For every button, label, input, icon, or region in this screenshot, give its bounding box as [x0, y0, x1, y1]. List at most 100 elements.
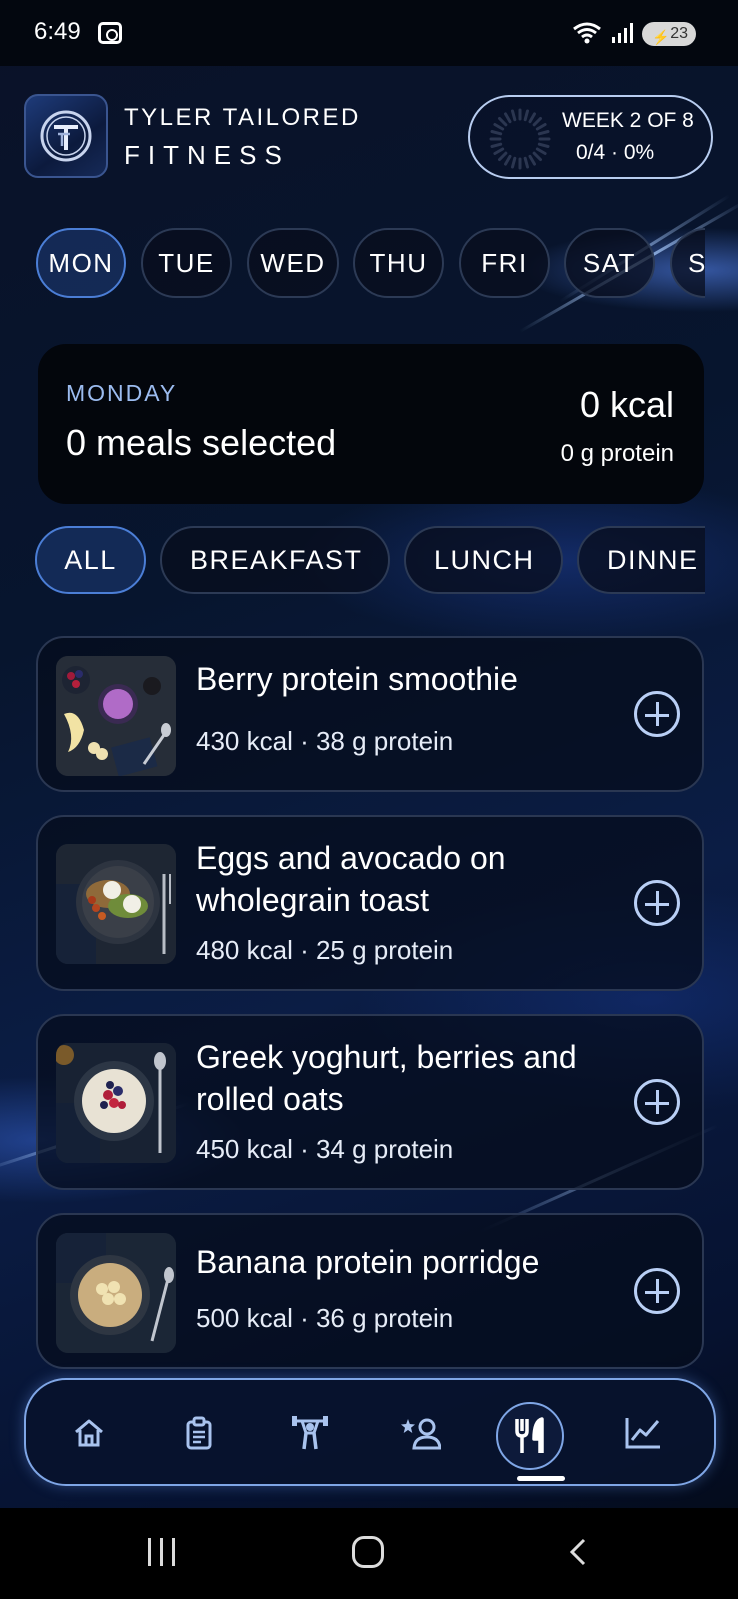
signal-icon — [612, 23, 633, 43]
screenshot-icon — [98, 22, 122, 44]
clipboard-icon — [186, 1416, 212, 1450]
week-progress-ring — [489, 108, 551, 170]
day-chip-label: FRI — [481, 247, 528, 278]
progress-ring-segment — [490, 142, 503, 149]
week-title: WEEK 2 OF 8 — [562, 109, 694, 132]
progress-ring-segment — [504, 112, 512, 124]
weightlifter-icon — [292, 1416, 328, 1450]
status-bar: 6:49 ⚡ 23 — [0, 0, 738, 66]
meal-name: Berry protein smoothie — [196, 661, 518, 697]
add-meal-button[interactable] — [634, 880, 680, 926]
meal-name: Greek yoghurt, berries and rolled oats — [196, 1039, 577, 1117]
summary-day-label: MONDAY — [66, 380, 178, 406]
meal-macros: 450 kcal · 34 g protein — [196, 1134, 454, 1164]
progress-ring-segment — [528, 112, 536, 124]
day-chip-fri[interactable]: FRI — [459, 228, 550, 298]
meal-card[interactable]: Banana protein porridge 500 kcal · 36 g … — [36, 1213, 704, 1369]
progress-ring-segment — [493, 147, 505, 155]
day-chip-label: S — [688, 247, 705, 278]
meal-macros: 430 kcal · 38 g protein — [196, 726, 454, 756]
meal-card[interactable]: Eggs and avocado on wholegrain toast 480… — [36, 815, 704, 991]
wifi-icon — [573, 22, 601, 44]
system-navigation-bar — [0, 1508, 738, 1599]
battery-icon: ⚡ 23 — [642, 22, 696, 46]
filter-chip-dinner[interactable]: DINNE — [577, 526, 705, 594]
progress-ring-segment — [523, 156, 530, 169]
day-chip-sat[interactable]: SAT — [564, 228, 655, 298]
back-button[interactable] — [566, 1538, 590, 1566]
day-chip-tue[interactable]: TUE — [141, 228, 232, 298]
meal-type-filter: ALL BREAKFAST LUNCH DINNE — [0, 526, 705, 596]
progress-ring-segment — [510, 109, 517, 122]
meal-name: Banana protein porridge — [196, 1244, 540, 1280]
summary-kcal: 0 kcal — [579, 384, 674, 425]
meal-photo-eggs-avocado — [56, 844, 176, 964]
nav-progress[interactable] — [616, 1406, 670, 1460]
day-chip-thu[interactable]: THU — [353, 228, 444, 298]
filter-chip-label: ALL — [64, 544, 117, 575]
progress-ring-segment — [504, 154, 512, 166]
brand-name-line1: TYLER TAILORED — [124, 104, 361, 131]
filter-chip-lunch[interactable]: LUNCH — [404, 526, 563, 594]
status-time: 6:49 — [34, 18, 81, 45]
meal-macros: 500 kcal · 36 g protein — [196, 1303, 454, 1333]
summary-protein: 0 g protein — [560, 440, 674, 467]
brand-name-line2: FITNESS — [124, 140, 290, 170]
filter-chip-label: BREAKFAST — [190, 544, 363, 575]
battery-level: 23 — [670, 25, 688, 42]
filter-chip-label: LUNCH — [434, 544, 535, 575]
progress-ring-segment — [497, 116, 508, 127]
progress-ring-segment — [535, 123, 547, 131]
day-chip-label: SAT — [582, 247, 637, 278]
meal-card[interactable]: Greek yoghurt, berries and rolled oats 4… — [36, 1014, 704, 1190]
meal-card[interactable]: Berry protein smoothie 430 kcal · 38 g p… — [36, 636, 704, 792]
progress-ring-segment — [537, 129, 550, 136]
brand-logo — [24, 94, 108, 178]
filter-chip-label: DINNE — [607, 544, 699, 575]
bottom-nav — [24, 1378, 716, 1486]
home-button[interactable] — [352, 1536, 384, 1568]
chart-icon — [625, 1418, 660, 1449]
nav-workouts[interactable] — [283, 1406, 337, 1460]
tt-logo-icon — [40, 110, 92, 162]
nav-coach[interactable] — [394, 1406, 448, 1460]
summary-meals-selected: 0 meals selected — [66, 422, 337, 463]
recents-button[interactable] — [146, 1538, 180, 1566]
day-chip-label: TUE — [158, 247, 215, 278]
nav-meals[interactable] — [496, 1402, 564, 1470]
meal-photo-greek-yoghurt — [56, 1043, 176, 1163]
progress-ring-segment — [528, 154, 536, 166]
meal-name: Eggs and avocado on wholegrain toast — [196, 840, 506, 918]
home-icon — [75, 1419, 103, 1447]
nav-plan[interactable] — [172, 1406, 226, 1460]
add-meal-button[interactable] — [634, 1079, 680, 1125]
progress-ring-segment — [497, 151, 508, 162]
active-tab-indicator — [517, 1476, 565, 1481]
meal-photo-smoothie — [56, 656, 176, 776]
nav-home[interactable] — [62, 1406, 116, 1460]
day-summary-card: MONDAY 0 meals selected 0 kcal 0 g prote… — [38, 344, 704, 504]
day-selector: MON TUE WED THU FRI SAT S — [0, 228, 705, 300]
add-meal-button[interactable] — [634, 1268, 680, 1314]
week-progress-text: 0/4 · 0% — [576, 141, 655, 164]
progress-ring-segment — [535, 147, 547, 155]
day-chip-label: MON — [48, 247, 114, 278]
progress-ring-segment — [523, 109, 530, 122]
progress-ring-segment — [532, 116, 543, 127]
meal-photo-banana-porridge — [56, 1233, 176, 1353]
coach-icon — [401, 1418, 441, 1450]
progress-ring-segment — [510, 156, 517, 169]
progress-ring-segment — [490, 129, 503, 136]
filter-chip-breakfast[interactable]: BREAKFAST — [160, 526, 390, 594]
cutlery-icon — [515, 1417, 544, 1453]
day-chip-label: THU — [369, 247, 428, 278]
week-progress-pill[interactable]: WEEK 2 OF 8 0/4 · 0% — [468, 95, 713, 179]
filter-chip-all[interactable]: ALL — [35, 526, 146, 594]
add-meal-button[interactable] — [634, 691, 680, 737]
charging-bolt-icon: ⚡ — [652, 29, 670, 45]
day-chip-sun[interactable]: S — [670, 228, 705, 298]
day-chip-label: WED — [260, 247, 326, 278]
day-chip-wed[interactable]: WED — [247, 228, 339, 298]
day-chip-mon[interactable]: MON — [36, 228, 126, 298]
progress-ring-segment — [537, 142, 550, 149]
